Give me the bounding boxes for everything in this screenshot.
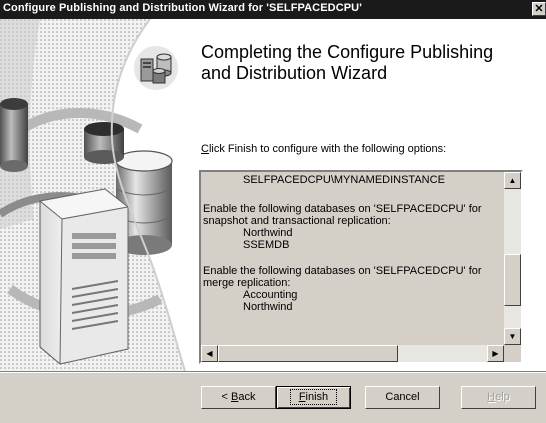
instruction-rest: lick Finish to configure with the follow… xyxy=(208,143,447,155)
close-button[interactable]: ✕ xyxy=(532,2,546,16)
title-bar[interactable]: Configure Publishing and Distribution Wi… xyxy=(0,0,546,19)
option-line: Northwind xyxy=(243,227,293,239)
scrollbar-corner xyxy=(504,345,521,362)
wizard-heading: Completing the Configure Publishing and … xyxy=(201,42,536,84)
options-summary-text: SELFPACEDCPU\MYNAMEDINSTANCE Enable the … xyxy=(201,172,504,345)
option-line: Accounting xyxy=(243,289,298,301)
option-line: SELFPACEDCPU\MYNAMEDINSTANCE xyxy=(243,174,445,186)
help-button-label: elp xyxy=(495,391,510,403)
scroll-left-arrow-icon[interactable]: ◀ xyxy=(201,345,218,362)
back-button-prefix: < xyxy=(221,391,231,403)
instruction-text: Click Finish to configure with the follo… xyxy=(201,143,446,155)
options-summary-box[interactable]: SELFPACEDCPU\MYNAMEDINSTANCE Enable the … xyxy=(199,170,523,364)
heading-line-2: and Distribution Wizard xyxy=(201,63,388,83)
option-line: SSEMDB xyxy=(243,239,290,251)
wizard-panel: Completing the Configure Publishing and … xyxy=(0,19,546,371)
finish-focus-rect: Finish xyxy=(289,389,338,405)
vertical-scroll-thumb[interactable] xyxy=(504,254,521,306)
scroll-down-arrow-icon[interactable]: ▼ xyxy=(504,328,521,345)
option-line: Northwind xyxy=(243,301,293,313)
server-database-icon xyxy=(134,46,178,90)
instruction-mnemonic: C xyxy=(201,143,209,155)
option-line: Enable the following databases on 'SELFP… xyxy=(203,203,482,215)
window-title: Configure Publishing and Distribution Wi… xyxy=(3,2,362,14)
horizontal-scrollbar[interactable]: ◀ ▶ xyxy=(201,345,504,362)
cancel-button[interactable]: Cancel xyxy=(365,386,440,409)
finish-button[interactable]: Finish xyxy=(276,386,351,409)
heading-line-1: Completing the Configure Publishing xyxy=(201,42,494,62)
scroll-up-arrow-icon[interactable]: ▲ xyxy=(504,172,521,189)
wizard-window: Configure Publishing and Distribution Wi… xyxy=(0,0,546,423)
back-button-label: ack xyxy=(238,391,256,403)
help-button[interactable]: Help xyxy=(461,386,536,409)
scroll-right-arrow-icon[interactable]: ▶ xyxy=(487,345,504,362)
horizontal-scroll-thumb[interactable] xyxy=(218,345,398,362)
back-button[interactable]: < Back xyxy=(201,386,276,409)
option-line: Enable the following databases on 'SELFP… xyxy=(203,265,482,277)
help-button-mnemonic: H xyxy=(487,391,496,403)
button-bar-divider xyxy=(0,371,546,373)
finish-button-mnemonic: F xyxy=(298,391,306,403)
finish-button-label: inish xyxy=(305,391,329,403)
vertical-scrollbar[interactable]: ▲ ▼ xyxy=(504,172,521,345)
option-line: merge replication: xyxy=(203,277,291,289)
option-line: snapshot and transactional replication: xyxy=(203,215,391,227)
